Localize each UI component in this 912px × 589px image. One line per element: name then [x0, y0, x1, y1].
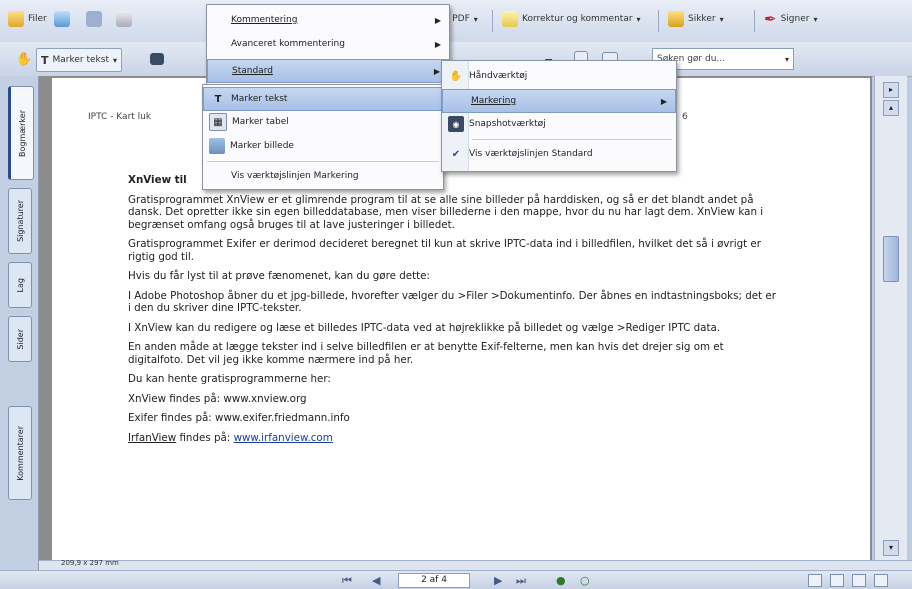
chevron-down-icon: ▾: [813, 14, 818, 24]
scroll-down-icon[interactable]: ▾: [883, 540, 899, 556]
scrollbar-thumb[interactable]: [883, 236, 899, 282]
text-select-icon: T: [214, 93, 222, 105]
folder-icon: [8, 11, 24, 27]
pen-icon: ✒: [764, 10, 777, 28]
comment-button[interactable]: Korrektur og kommentar ▾: [498, 8, 645, 30]
paragraph: Exifer findes på: www.exifer.friedmann.i…: [128, 412, 350, 424]
menu-item-selection[interactable]: Markering ▶: [442, 89, 676, 113]
irfanview-link[interactable]: www.irfanview.com: [234, 432, 333, 444]
text-cursor-icon: T: [41, 53, 49, 67]
file-button[interactable]: Filer: [4, 8, 51, 30]
divider: [754, 10, 755, 32]
collapse-arrow-icon[interactable]: ▸: [883, 82, 899, 98]
facing-icon[interactable]: [852, 574, 866, 587]
menu-divider: [472, 139, 672, 140]
tab-bookmarks[interactable]: Bogmærker: [8, 86, 34, 180]
menu-item-show-standard-toolbar[interactable]: ✔ Vis værktøjslinjen Standard: [442, 143, 676, 165]
paragraph: Hvis du får lyst til at prøve fænomenet,…: [128, 270, 430, 282]
divider: [492, 10, 493, 32]
single-page-icon[interactable]: [808, 574, 822, 587]
standard-submenu: ✋ Håndværktøj Markering ▶ ◉ Snapshotværk…: [441, 60, 677, 172]
chevron-down-icon: ▾: [636, 14, 641, 24]
menu-item-select-image[interactable]: Marker billede: [203, 135, 443, 157]
hand-tool-button[interactable]: ✋: [12, 48, 36, 70]
vertical-scrollbar[interactable]: ▸ ▴ ▾: [874, 76, 907, 562]
hand-icon: ✋: [16, 51, 33, 67]
main-toolbar: Filer Opret PDF ▾ Korrektur og kommentar…: [0, 0, 912, 43]
menu-item-snapshot-tool[interactable]: ◉ Snapshotværktøj: [442, 113, 676, 135]
tab-signatures[interactable]: Signaturer: [8, 188, 32, 254]
camera-icon: ◉: [448, 116, 464, 132]
previous-page-icon[interactable]: ◀: [372, 574, 380, 587]
irfanview-name: IrfanView: [128, 431, 177, 444]
tools-menu: Kommentering ▶ Avanceret kommentering ▶ …: [206, 4, 450, 86]
continuous-icon[interactable]: [830, 574, 844, 587]
next-page-icon[interactable]: ▶: [494, 574, 502, 587]
tab-comments[interactable]: Kommentarer: [8, 406, 32, 500]
print-button[interactable]: [112, 8, 136, 30]
chevron-down-icon: ▾: [112, 55, 117, 65]
lock-icon: [668, 11, 684, 27]
menu-item-commenting[interactable]: Kommentering ▶: [207, 9, 449, 31]
image-select-icon: [209, 138, 225, 154]
previous-view-icon[interactable]: ●: [556, 574, 566, 587]
paragraph: Du kan hente gratisprogrammerne her:: [128, 373, 331, 385]
snapshot-button[interactable]: [146, 48, 168, 70]
camera-icon: [150, 53, 164, 65]
tab-layers[interactable]: Lag: [8, 262, 32, 308]
navigation-panel-tabs: Bogmærker Signaturer Lag Sider Kommentar…: [0, 76, 39, 570]
menu-divider: [207, 161, 439, 162]
next-view-icon[interactable]: ○: [580, 574, 590, 587]
tab-pages[interactable]: Sider: [8, 316, 32, 362]
paragraph: I XnView kan du redigere og læse et bill…: [128, 321, 721, 334]
table-icon: ▦: [209, 113, 227, 131]
paragraph: I Adobe Photoshop åbner du et jpg-billed…: [128, 289, 776, 315]
chevron-down-icon: ▾: [719, 14, 724, 24]
menu-item-advanced-commenting[interactable]: Avanceret kommentering ▶: [207, 33, 449, 55]
paragraph: Gratisprogrammet Exifer er derimod decid…: [128, 238, 761, 263]
chevron-down-icon: ▾: [784, 54, 789, 64]
organizer-button[interactable]: [50, 8, 74, 30]
organizer-icon: [54, 11, 70, 27]
submenu-arrow-icon: ▶: [660, 96, 667, 106]
menu-item-select-text[interactable]: T Marker tekst: [203, 87, 443, 111]
page-number-field[interactable]: 2 af 4: [398, 573, 470, 588]
sign-button[interactable]: ✒ Signer ▾: [760, 8, 821, 30]
paragraph: En anden måde at lægge tekster ind i sel…: [128, 341, 724, 366]
last-page-icon[interactable]: ⏭: [516, 574, 526, 588]
menu-item-standard[interactable]: Standard ▶: [207, 59, 449, 83]
checkmark-icon: ✔: [451, 148, 461, 160]
hand-icon: ✋: [449, 70, 463, 82]
share-button[interactable]: [82, 8, 106, 30]
select-text-button[interactable]: T Marker tekst ▾: [36, 48, 122, 72]
submenu-arrow-icon: ▶: [433, 66, 440, 76]
menu-item-show-selection-toolbar[interactable]: Vis værktøjslinjen Markering: [203, 165, 443, 187]
document-body: XnView til Gratisprogrammet XnView er et…: [128, 174, 778, 451]
share-icon: [86, 11, 102, 27]
secure-button[interactable]: Sikker ▾: [664, 8, 728, 30]
menu-item-select-table[interactable]: ▦ Marker tabel: [203, 111, 443, 133]
chevron-down-icon: ▾: [473, 14, 478, 24]
page-size-label: 209,9 x 297 mm: [61, 559, 119, 567]
selection-menu: T Marker tekst ▦ Marker tabel Marker bil…: [202, 84, 444, 190]
scroll-up-icon[interactable]: ▴: [883, 100, 899, 116]
printer-icon: [116, 11, 132, 27]
divider: [658, 10, 659, 32]
page-navigation-bar: ⏮ ◀ 2 af 4 ▶ ⏭ ● ○: [0, 570, 912, 589]
comment-icon: [502, 11, 518, 27]
continuous-facing-icon[interactable]: [874, 574, 888, 587]
paragraph: IrfanView findes på: www.irfanview.com: [128, 431, 333, 444]
paragraph: XnView findes på: www.xnview.org: [128, 392, 307, 405]
page-header-text: IPTC - Kart luk: [88, 112, 152, 122]
page-header-number: 6: [682, 112, 688, 122]
first-page-icon[interactable]: ⏮: [342, 574, 352, 588]
paragraph: Gratisprogrammet XnView er et glimrende …: [128, 193, 764, 231]
submenu-arrow-icon: ▶: [434, 15, 441, 25]
menu-item-hand-tool[interactable]: ✋ Håndværktøj: [442, 65, 676, 87]
submenu-arrow-icon: ▶: [434, 39, 441, 49]
